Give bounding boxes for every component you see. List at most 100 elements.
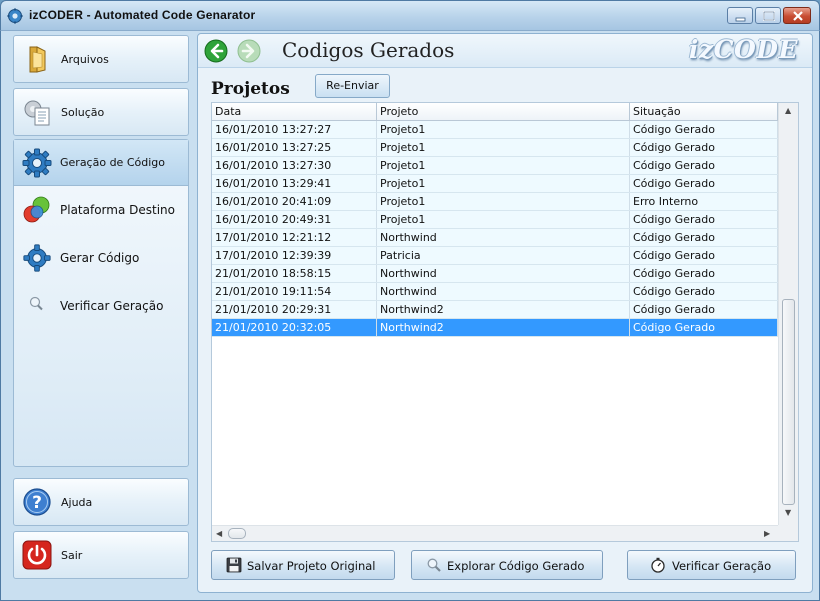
app-gear-icon <box>7 8 23 24</box>
page-header: Codigos Gerados izCODE <box>198 34 812 68</box>
gear-icon <box>23 244 51 272</box>
cell-situacao: Código Gerado <box>630 319 778 336</box>
table-row[interactable]: 21/01/2010 20:29:31 Northwind2 Código Gera… <box>212 301 778 319</box>
table-row[interactable]: 16/01/2010 13:27:30 Projeto1 Código Gerado <box>212 157 778 175</box>
title-bar[interactable]: izCODER - Automated Code Genarator <box>0 0 820 30</box>
vertical-scroll-thumb[interactable] <box>782 299 795 505</box>
column-header-data[interactable]: Data <box>212 103 377 121</box>
action-label: Explorar Código Gerado <box>447 559 585 573</box>
action-label: Salvar Projeto Original <box>247 559 376 573</box>
table-row[interactable]: 16/01/2010 20:49:31 Projeto1 Código Gerado <box>212 211 778 229</box>
main-panel: Codigos Gerados izCODE Projetos Re-Envia… <box>197 33 813 593</box>
cell-situacao: Código Gerado <box>630 301 778 318</box>
cell-data: 16/01/2010 13:29:41 <box>212 175 377 192</box>
cell-projeto: Projeto1 <box>377 139 630 156</box>
explorar-codigo-gerado-button[interactable]: Explorar Código Gerado <box>411 550 603 580</box>
code-generation-panel: Geração de Código Plataforma Destino Ger… <box>13 139 189 467</box>
scroll-left-icon[interactable]: ◀ <box>216 529 222 538</box>
help-icon: ? <box>23 488 51 516</box>
cell-projeto: Projeto1 <box>377 175 630 192</box>
sidebar-button-label: Arquivos <box>61 53 109 66</box>
cell-situacao: Código Gerado <box>630 229 778 246</box>
cell-data: 16/01/2010 13:27:27 <box>212 121 377 138</box>
scroll-up-icon[interactable]: ▲ <box>785 106 791 115</box>
brand-logo: izCODE <box>688 35 798 64</box>
cell-situacao: Código Gerado <box>630 283 778 300</box>
cell-projeto: Projeto1 <box>377 211 630 228</box>
stopwatch-icon <box>651 557 665 573</box>
cell-data: 16/01/2010 13:27:30 <box>212 157 377 174</box>
cell-projeto: Northwind <box>377 283 630 300</box>
forward-arrow-icon[interactable] <box>237 39 261 63</box>
cell-projeto: Projeto1 <box>377 157 630 174</box>
nav-item-label: Gerar Código <box>60 251 140 265</box>
horizontal-scrollbar[interactable]: ◀ ▶ <box>212 525 778 541</box>
sidebar-button-arquivos[interactable]: Arquivos <box>13 35 189 83</box>
platform-icon <box>23 196 50 223</box>
maximize-icon <box>763 11 775 21</box>
column-header-projeto[interactable]: Projeto <box>377 103 630 121</box>
salvar-projeto-original-button[interactable]: Salvar Projeto Original <box>211 550 395 580</box>
table-row[interactable]: 16/01/2010 13:29:41 Projeto1 Código Gerado <box>212 175 778 193</box>
re-enviar-button[interactable]: Re-Enviar <box>315 74 390 98</box>
vertical-scrollbar[interactable]: ▲ ▼ <box>778 103 798 526</box>
table-row[interactable]: 21/01/2010 19:11:54 Northwind Código Gerad… <box>212 283 778 301</box>
scroll-right-icon[interactable]: ▶ <box>764 529 770 538</box>
nav-item-label: Plataforma Destino <box>60 203 175 217</box>
cell-projeto: Northwind2 <box>377 301 630 318</box>
cell-projeto: Northwind <box>377 265 630 282</box>
table-row[interactable]: 16/01/2010 20:41:09 Projeto1 Erro Interno <box>212 193 778 211</box>
minimize-button[interactable] <box>727 7 753 24</box>
minimize-icon <box>735 17 746 22</box>
verificar-geracao-button[interactable]: Verificar Geração <box>627 550 796 580</box>
grid-header: Data Projeto Situação <box>212 103 778 121</box>
cell-data: 21/01/2010 20:29:31 <box>212 301 377 318</box>
table-row[interactable]: 17/01/2010 12:21:12 Northwind Código Gerad… <box>212 229 778 247</box>
cell-situacao: Erro Interno <box>630 193 778 210</box>
nav-item-plataforma-destino[interactable]: Plataforma Destino <box>14 192 188 228</box>
svg-text:?: ? <box>32 493 42 513</box>
nav-item-label: Verificar Geração <box>60 299 164 313</box>
sidebar-button-ajuda[interactable]: ? Ajuda <box>13 478 189 526</box>
magnifier-icon <box>29 296 43 311</box>
sidebar-button-sair[interactable]: Sair <box>13 531 189 579</box>
cell-projeto: Patricia <box>377 247 630 264</box>
cell-data: 16/01/2010 13:27:25 <box>212 139 377 156</box>
back-arrow-icon[interactable] <box>204 39 228 63</box>
page-title: Codigos Gerados <box>282 38 455 62</box>
table-row[interactable]: 17/01/2010 12:39:39 Patricia Código Gerado <box>212 247 778 265</box>
cell-projeto: Projeto1 <box>377 121 630 138</box>
sidebar-button-label: Solução <box>61 106 105 119</box>
scrollbar-corner <box>778 525 798 541</box>
sidebar-button-label: Ajuda <box>61 496 93 509</box>
horizontal-scroll-thumb[interactable] <box>228 528 246 539</box>
cell-projeto: Northwind2 <box>377 319 630 336</box>
close-button[interactable] <box>783 7 811 24</box>
maximize-button[interactable] <box>755 7 781 24</box>
nav-item-verificar-geracao[interactable]: Verificar Geração <box>14 288 188 324</box>
magnifier-icon <box>427 558 441 572</box>
cell-situacao: Código Gerado <box>630 175 778 192</box>
table-row[interactable]: 21/01/2010 20:32:05 Northwind2 Código Gera… <box>212 319 778 337</box>
section-title: Projetos <box>211 79 290 99</box>
cell-data: 16/01/2010 20:49:31 <box>212 211 377 228</box>
cell-projeto: Northwind <box>377 229 630 246</box>
cell-data: 21/01/2010 19:11:54 <box>212 283 377 300</box>
sidebar-button-solucao[interactable]: Solução <box>13 88 189 136</box>
floppy-disk-icon <box>226 557 242 573</box>
table-row[interactable]: 16/01/2010 13:27:27 Projeto1 Código Gerado <box>212 121 778 139</box>
scroll-down-icon[interactable]: ▼ <box>785 508 791 517</box>
column-header-situacao[interactable]: Situação <box>630 103 778 121</box>
sidebar: Arquivos Solução Geração de Código Plata… <box>9 35 195 600</box>
table-row[interactable]: 21/01/2010 18:58:15 Northwind Código Gerad… <box>212 265 778 283</box>
gear-icon <box>22 148 52 178</box>
nav-item-gerar-codigo[interactable]: Gerar Código <box>14 240 188 276</box>
table-row[interactable]: 16/01/2010 13:27:25 Projeto1 Código Gerado <box>212 139 778 157</box>
cell-situacao: Código Gerado <box>630 247 778 264</box>
panel-header-geracao-de-codigo[interactable]: Geração de Código <box>14 140 188 186</box>
cell-situacao: Código Gerado <box>630 121 778 138</box>
folder-icon <box>29 46 46 73</box>
panel-header-label: Geração de Código <box>60 156 165 169</box>
generated-code-grid[interactable]: Data Projeto Situação 16/01/2010 13:27:2… <box>211 102 799 542</box>
sidebar-button-label: Sair <box>61 549 83 562</box>
